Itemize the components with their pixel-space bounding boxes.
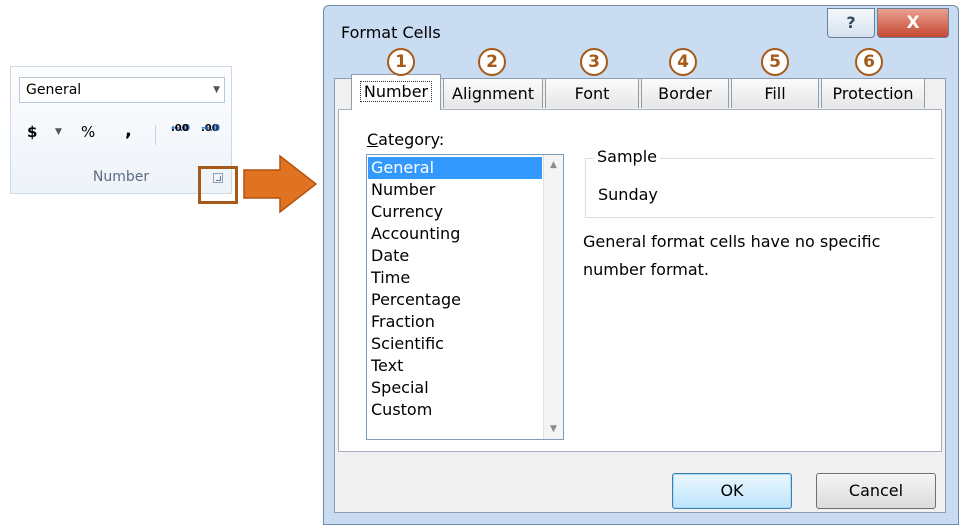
category-item-fraction[interactable]: Fraction <box>368 311 542 333</box>
number-format-value: General <box>26 82 82 98</box>
category-items: General Number Currency Accounting Date … <box>368 157 542 421</box>
decrease-decimal-icon: →.0 <box>201 123 221 134</box>
tab-alignment[interactable]: Alignment <box>443 78 543 108</box>
callout-arrow-icon <box>243 154 318 214</box>
tab-fill-badge: 5 <box>761 48 789 76</box>
sample-group: Sample Sunday <box>585 147 934 218</box>
category-listbox[interactable]: General Number Currency Accounting Date … <box>366 154 564 440</box>
launcher-highlight-box <box>198 166 238 204</box>
cancel-button[interactable]: Cancel <box>816 473 936 509</box>
comma-style-button[interactable]: , <box>125 120 132 141</box>
category-scrollbar[interactable]: ▲ ▼ <box>543 155 563 439</box>
number-format-dropdown[interactable]: General ▼ <box>19 77 225 103</box>
category-item-general[interactable]: General <box>368 157 542 179</box>
tab-font-badge: 3 <box>580 48 608 76</box>
tab-protection-badge: 6 <box>855 48 883 76</box>
category-item-custom[interactable]: Custom <box>368 399 542 421</box>
tab-fill[interactable]: Fill <box>731 78 819 108</box>
tab-border-badge: 4 <box>669 48 697 76</box>
tab-alignment-badge: 2 <box>478 48 506 76</box>
category-item-number[interactable]: Number <box>368 179 542 201</box>
currency-dropdown-icon[interactable]: ▼ <box>55 127 62 137</box>
scroll-down-arrow-icon[interactable]: ▼ <box>544 419 563 439</box>
tab-font[interactable]: Font <box>545 78 639 108</box>
help-button[interactable]: ? <box>827 8 875 38</box>
ok-button[interactable]: OK <box>672 473 792 509</box>
category-item-date[interactable]: Date <box>368 245 542 267</box>
category-item-scientific[interactable]: Scientific <box>368 333 542 355</box>
format-description: General format cells have no specific nu… <box>583 232 881 279</box>
category-label: Category: <box>367 130 444 149</box>
category-item-text[interactable]: Text <box>368 355 542 377</box>
tab-protection[interactable]: Protection <box>821 78 925 108</box>
category-label-text: ategory: <box>378 130 445 149</box>
currency-button[interactable]: $ <box>27 123 37 141</box>
ribbon-separator <box>155 125 156 145</box>
dialog-title: Format Cells <box>341 23 441 42</box>
category-item-accounting[interactable]: Accounting <box>368 223 542 245</box>
category-item-time[interactable]: Time <box>368 267 542 289</box>
sample-value: Sunday <box>598 185 658 204</box>
category-item-special[interactable]: Special <box>368 377 542 399</box>
close-button[interactable]: X <box>877 8 949 38</box>
tab-border[interactable]: Border <box>641 78 729 108</box>
percent-button[interactable]: % <box>81 123 95 141</box>
increase-decimal-value: .00 <box>171 123 189 134</box>
category-label-accesskey: C <box>367 130 379 149</box>
tab-number-label: Number <box>359 81 433 102</box>
format-cells-dialog: Format Cells ? X 1 2 3 4 5 6 Number Alig… <box>323 5 959 525</box>
category-item-percentage[interactable]: Percentage <box>368 289 542 311</box>
number-tab-panel: Category: General Number Currency Accoun… <box>338 109 942 452</box>
tab-number[interactable]: Number <box>351 74 441 110</box>
chevron-down-icon[interactable]: ▼ <box>213 78 220 102</box>
sample-label: Sample <box>594 147 660 166</box>
scroll-up-arrow-icon[interactable]: ▲ <box>544 155 563 175</box>
number-format-buttons: $ ▼ % , ←.0 .00 .00 →.0 <box>23 120 223 147</box>
tab-number-badge: 1 <box>387 48 415 76</box>
category-item-currency[interactable]: Currency <box>368 201 542 223</box>
